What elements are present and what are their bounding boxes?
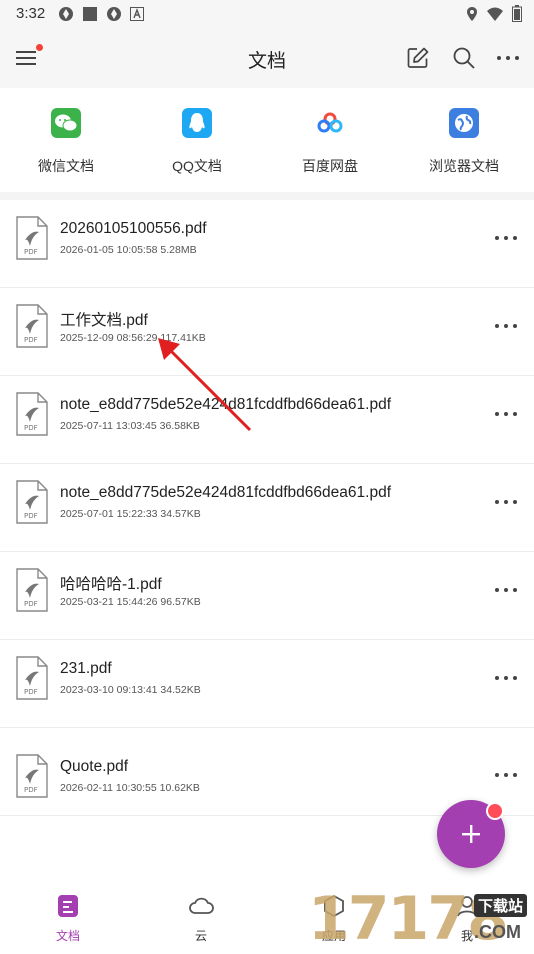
wechat-icon (51, 108, 81, 138)
shortcut-wechat-docs[interactable]: 微信文档 (6, 108, 126, 176)
file-more-icon[interactable] (492, 668, 522, 688)
file-type-label: PDF (24, 688, 38, 696)
status-bar: 3:32 (0, 0, 534, 28)
file-date: 2025-07-01 15:22:33 (60, 508, 158, 520)
app-header: 文档 (0, 28, 534, 88)
section-divider (0, 192, 534, 200)
file-meta: 2025-03-21 15:44:26 96.57KB (60, 596, 201, 608)
file-more-icon[interactable] (492, 228, 522, 248)
watermark-domain: .COM (474, 922, 521, 942)
status-time: 3:32 (16, 5, 46, 22)
pdf-file-icon: PDF (16, 568, 48, 612)
file-name: 哈哈哈哈-1.pdf (60, 576, 162, 593)
battery-icon (512, 5, 522, 22)
file-type-label: PDF (24, 786, 38, 794)
watermark-label: 下载站 (474, 894, 528, 917)
file-row[interactable]: PDF Quote.pdf 2026-02-11 10:30:55 10.62K… (0, 728, 534, 816)
edit-icon[interactable] (406, 46, 430, 70)
shortcut-label: 百度网盘 (302, 158, 358, 174)
file-row[interactable]: PDF 哈哈哈哈-1.pdf 2025-03-21 15:44:26 96.57… (0, 552, 534, 640)
annotation-arrow (158, 338, 252, 432)
shortcut-baidu-netdisk[interactable]: 百度网盘 (270, 108, 390, 176)
qq-icon (182, 108, 212, 138)
shortcut-qq-docs[interactable]: QQ文档 (137, 108, 257, 176)
status-system-icons (466, 5, 522, 22)
file-row[interactable]: PDF 231.pdf 2023-03-10 09:13:41 34.52KB (0, 640, 534, 728)
file-row[interactable]: PDF 工作文档.pdf 2025-12-09 08:56:29 117.41K… (0, 288, 534, 376)
file-name: note_e8dd775de52e424d81fcddfbd66dea61.pd… (60, 484, 391, 501)
file-size: 10.62KB (159, 782, 200, 794)
file-name: 工作文档.pdf (60, 312, 148, 329)
watermark-logo: 17178 下载站 .COM (308, 888, 534, 950)
file-more-icon[interactable] (492, 580, 522, 600)
file-more-icon[interactable] (492, 492, 522, 512)
file-type-label: PDF (24, 248, 38, 256)
wifi-icon (487, 7, 503, 21)
status-notification-icons (58, 6, 144, 22)
file-date: 2025-12-09 08:56:29 (60, 332, 158, 344)
location-icon (467, 6, 477, 21)
browser-icon (449, 108, 479, 138)
notification-square-icon (83, 7, 97, 21)
file-date: 2026-01-05 10:05:58 (60, 244, 158, 256)
more-options-icon[interactable] (495, 46, 521, 70)
file-type-label: PDF (24, 600, 38, 608)
file-size: 96.57KB (160, 596, 201, 608)
cloud-icon (189, 897, 214, 914)
nav-label: 文档 (55, 929, 80, 943)
file-row[interactable]: PDF 20260105100556.pdf 2026-01-05 10:05:… (0, 200, 534, 288)
pdf-file-icon: PDF (16, 656, 48, 700)
file-size: 34.57KB (160, 508, 201, 520)
search-icon[interactable] (452, 46, 476, 70)
file-size: 5.28MB (160, 244, 197, 256)
source-shortcuts: 微信文档 QQ文档 百度网盘 浏览器文档 (0, 88, 534, 192)
notification-a-icon (130, 7, 144, 21)
pdf-file-icon: PDF (16, 216, 48, 260)
nav-label: 云 (194, 929, 207, 943)
file-meta: 2026-01-05 10:05:58 5.28MB (60, 244, 197, 256)
file-name: 20260105100556.pdf (60, 220, 207, 237)
shortcut-label: 浏览器文档 (429, 158, 499, 174)
file-date: 2023-03-10 09:13:41 (60, 684, 158, 696)
baidu-netdisk-icon (315, 108, 345, 138)
nav-documents[interactable]: 文档 (38, 894, 98, 944)
file-name: 231.pdf (60, 660, 112, 677)
shortcut-browser-docs[interactable]: 浏览器文档 (404, 108, 524, 176)
pdf-file-icon: PDF (16, 754, 48, 798)
file-date: 2025-03-21 15:44:26 (60, 596, 158, 608)
pdf-file-icon: PDF (16, 392, 48, 436)
notification-shield-icon (59, 7, 73, 21)
file-more-icon[interactable] (492, 765, 522, 785)
file-more-icon[interactable] (492, 404, 522, 424)
notification-shield-icon (107, 7, 121, 21)
file-meta: 2025-07-01 15:22:33 34.57KB (60, 508, 201, 520)
shortcut-label: QQ文档 (172, 158, 222, 174)
file-size: 34.52KB (160, 684, 201, 696)
pdf-file-icon: PDF (16, 480, 48, 524)
file-name: Quote.pdf (60, 758, 129, 775)
add-button-badge (486, 802, 504, 820)
pdf-file-icon: PDF (16, 304, 48, 348)
plus-icon (462, 825, 480, 843)
document-icon (58, 895, 78, 917)
file-meta: 2026-02-11 10:30:55 10.62KB (60, 782, 200, 794)
file-date: 2026-02-11 10:30:55 (60, 782, 157, 794)
file-meta: 2023-03-10 09:13:41 34.52KB (60, 684, 201, 696)
file-type-label: PDF (24, 336, 38, 344)
shortcut-label: 微信文档 (38, 158, 94, 174)
file-date: 2025-07-11 13:03:45 (60, 420, 157, 432)
file-row[interactable]: PDF note_e8dd775de52e424d81fcddfbd66dea6… (0, 376, 534, 464)
file-more-icon[interactable] (492, 316, 522, 336)
file-row[interactable]: PDF note_e8dd775de52e424d81fcddfbd66dea6… (0, 464, 534, 552)
nav-cloud[interactable]: 云 (171, 894, 231, 944)
file-type-label: PDF (24, 512, 38, 520)
file-type-label: PDF (24, 424, 38, 432)
